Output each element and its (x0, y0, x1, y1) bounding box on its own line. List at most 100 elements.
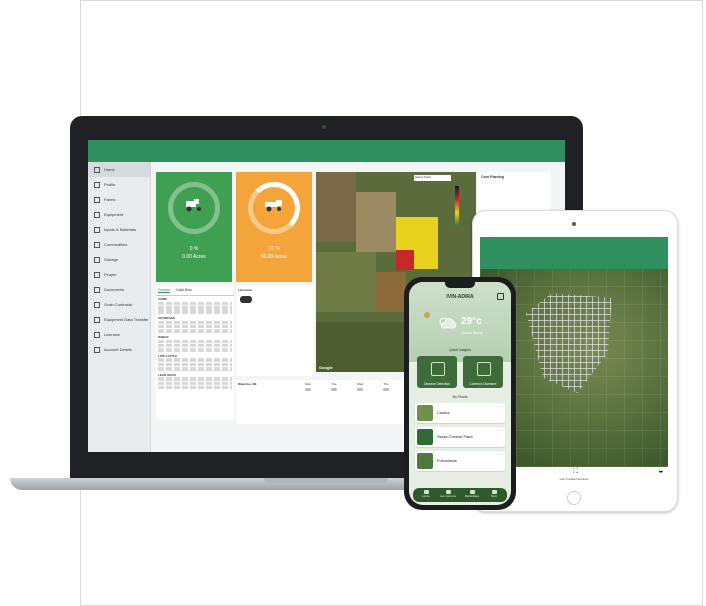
license-icon (94, 331, 100, 338)
sidebar-item-label: Equipment Data Transfer (104, 317, 149, 322)
tractor-icon (94, 211, 100, 218)
weather-location: Waterloo, NE (238, 382, 257, 386)
card-acres: 40.00 Acres (260, 254, 288, 260)
progress-card-orange[interactable]: 16 % 40.00 Acres (236, 172, 312, 282)
sidebar-item-equipment-data-transfer[interactable]: Equipment Data Transfer (88, 312, 150, 327)
nav-more[interactable]: More (485, 490, 503, 498)
sidebar-item-documents[interactable]: Documents (88, 282, 150, 297)
plant-thumbnail (417, 405, 433, 421)
weather-day: Wed (348, 382, 372, 393)
sidebar-item-equipment[interactable]: Equipment (88, 207, 150, 222)
plant-card[interactable]: Cactus ··· (415, 403, 505, 423)
sidebar-item-account-details[interactable]: Account Details (88, 342, 150, 357)
futures-commodity: LIVE CATTLE (158, 353, 178, 358)
sidebar-item-commodities[interactable]: Commodities (88, 237, 150, 252)
camera-icon (445, 490, 451, 494)
futures-block: LEAN HOGS (156, 372, 234, 391)
weather-day: Mon (296, 382, 320, 393)
sidebar-item-label: Home (104, 167, 115, 172)
sidebar-item-licenses[interactable]: Licenses (88, 327, 150, 342)
plant-card[interactable]: Frocodelus ··· (415, 451, 505, 471)
futures-row (158, 310, 232, 314)
futures-row (158, 362, 232, 367)
tab-futures[interactable]: Futures (158, 288, 170, 293)
futures-row (158, 367, 232, 371)
sidebar-item-label: Grain Contracts (104, 302, 133, 307)
futures-row (158, 385, 232, 390)
plant-name: Cactus (437, 410, 450, 415)
silo-icon (94, 256, 100, 263)
futures-row (158, 358, 232, 362)
sidebar-item-label: Profile (104, 182, 116, 187)
tab-cash-bids[interactable]: Cash Bids (176, 288, 192, 293)
plant-thumbnail (417, 453, 433, 469)
sidebar-item-storage[interactable]: Storage (88, 252, 150, 267)
futures-commodity: CORN (158, 297, 167, 301)
futures-row (158, 324, 232, 329)
document-icon (94, 286, 100, 293)
app-header (88, 140, 565, 162)
crosshair-icon[interactable]: ⛶ (573, 468, 578, 476)
futures-row (158, 301, 232, 306)
futures-row (158, 343, 232, 348)
app-brand: IVIN-ADIRA (446, 294, 474, 300)
futures-block: WHEAT (156, 334, 234, 353)
my-plants-title: My Plants (452, 395, 468, 399)
tablet-header (480, 237, 668, 269)
map-provider: Google (319, 365, 333, 370)
insight-tiles: Disease Detection Common Diseases (417, 356, 503, 390)
more-icon[interactable]: ··· (497, 452, 501, 457)
farm-icon (94, 196, 100, 203)
futures-block: SOYBEANS (156, 315, 234, 334)
notification-icon[interactable] (497, 293, 504, 300)
common-diseases-tile[interactable]: Common Diseases (463, 356, 503, 388)
more-icon[interactable]: ··· (497, 404, 501, 409)
sidebar-item-grain-contracts[interactable]: Grain Contracts (88, 297, 150, 312)
home-icon (94, 166, 100, 173)
plant-thumbnail (417, 429, 433, 445)
sidebar-item-farms[interactable]: Farms (88, 192, 150, 207)
field-select[interactable]: Select Field (414, 175, 451, 181)
plant-card[interactable]: Swiss Cheese Plant ··· (415, 427, 505, 447)
sidebar-item-label: Licenses (104, 332, 120, 337)
transfer-icon (94, 316, 100, 323)
home-icon (423, 490, 429, 494)
futures-block: CORN (156, 296, 234, 315)
grid-icon (491, 490, 497, 494)
cloud-sun-icon (439, 317, 457, 329)
livestock-panel: Livestock (236, 286, 314, 376)
nav-label: Live Cameras (439, 495, 456, 498)
nav-marketplace[interactable]: Marketplace (463, 490, 481, 498)
plant-name: Swiss Cheese Plant (437, 434, 473, 439)
combine-icon (265, 200, 282, 212)
field-parcel (356, 192, 396, 252)
weather-day-label: Thu (383, 382, 389, 386)
sidebar-item-inputs-materials[interactable]: Inputs & Materials (88, 222, 150, 237)
sidebar-item-label: Inputs & Materials (104, 227, 137, 232)
task-panel[interactable]: Corn Planting (478, 172, 550, 212)
weather-day-label: Mon (305, 382, 311, 386)
disease-detection-tile[interactable]: Disease Detection (417, 356, 457, 388)
sidebar-item-home[interactable]: Home (88, 162, 150, 177)
nav-label: Home (422, 495, 430, 498)
futures-commodity: SOYBEANS (158, 315, 175, 320)
sidebar-item-label: Farms (104, 197, 116, 202)
sidebar-item-label: Documents (104, 287, 125, 292)
sidebar-item-profile[interactable]: Profile (88, 177, 150, 192)
nav-home[interactable]: Home (417, 490, 435, 498)
sidebar-item-people[interactable]: People (88, 267, 150, 282)
cloud-icon (331, 388, 337, 391)
phone-screen: IVIN-ADIRA 29°c Clouds Sunny Quick Insig… (409, 282, 511, 505)
futures-row (158, 381, 232, 386)
futures-row (158, 377, 232, 381)
weather-day: Thu (374, 382, 398, 393)
nav-live-cameras[interactable]: Live Cameras (439, 490, 457, 498)
sidebar: Home Profile Farms Equipment Inputs & Materi… (88, 162, 151, 452)
futures-row (158, 329, 232, 333)
more-icon[interactable]: ··· (497, 428, 501, 433)
task-title: Corn Planting (481, 175, 504, 179)
home-button[interactable] (567, 491, 581, 505)
futures-commodity: LEAN HOGS (158, 372, 176, 377)
more-icon[interactable]: ••• (659, 470, 663, 476)
progress-card-green[interactable]: 0 % 0.00 Acres (156, 172, 232, 282)
